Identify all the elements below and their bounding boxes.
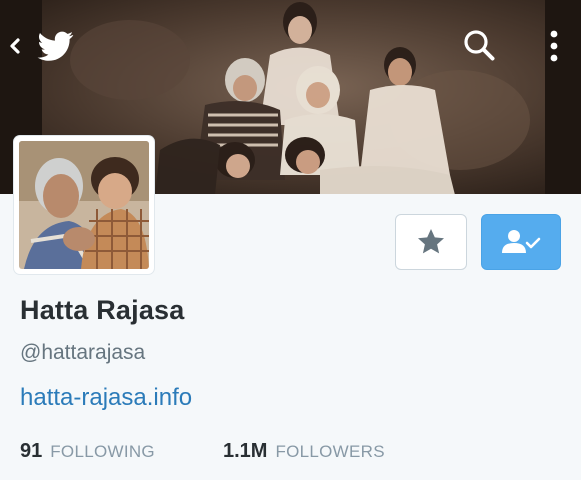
profile-name: Hatta Rajasa — [20, 295, 185, 325]
profile-stats: 91 FOLLOWING 1.1M FOLLOWERS — [20, 440, 385, 463]
profile-website-link[interactable]: hatta-rajasa.info — [20, 384, 192, 412]
twitter-bird-icon — [10, 31, 74, 61]
followers-label: FOLLOWERS — [275, 442, 385, 461]
followers-count: 1.1M — [222, 440, 268, 462]
following-count: 91 — [20, 440, 43, 462]
favorite-button[interactable] — [395, 214, 467, 270]
vertical-dots-icon — [550, 30, 558, 62]
more-options-button[interactable] — [538, 24, 570, 68]
following-label: FOLLOWING — [50, 442, 155, 461]
avatar-photo — [19, 141, 149, 269]
following-button[interactable] — [481, 214, 561, 270]
following-stat[interactable]: 91 FOLLOWING — [20, 440, 155, 463]
followers-stat[interactable]: 1.1M FOLLOWERS — [223, 440, 385, 463]
person-check-icon — [502, 230, 541, 253]
profile-avatar[interactable] — [14, 136, 154, 274]
bird-shape — [37, 31, 74, 61]
search-icon — [464, 30, 495, 61]
profile-handle: @hattarajasa — [20, 341, 146, 364]
back-button[interactable] — [6, 26, 76, 66]
search-button[interactable] — [458, 24, 502, 68]
star-icon — [418, 229, 444, 254]
